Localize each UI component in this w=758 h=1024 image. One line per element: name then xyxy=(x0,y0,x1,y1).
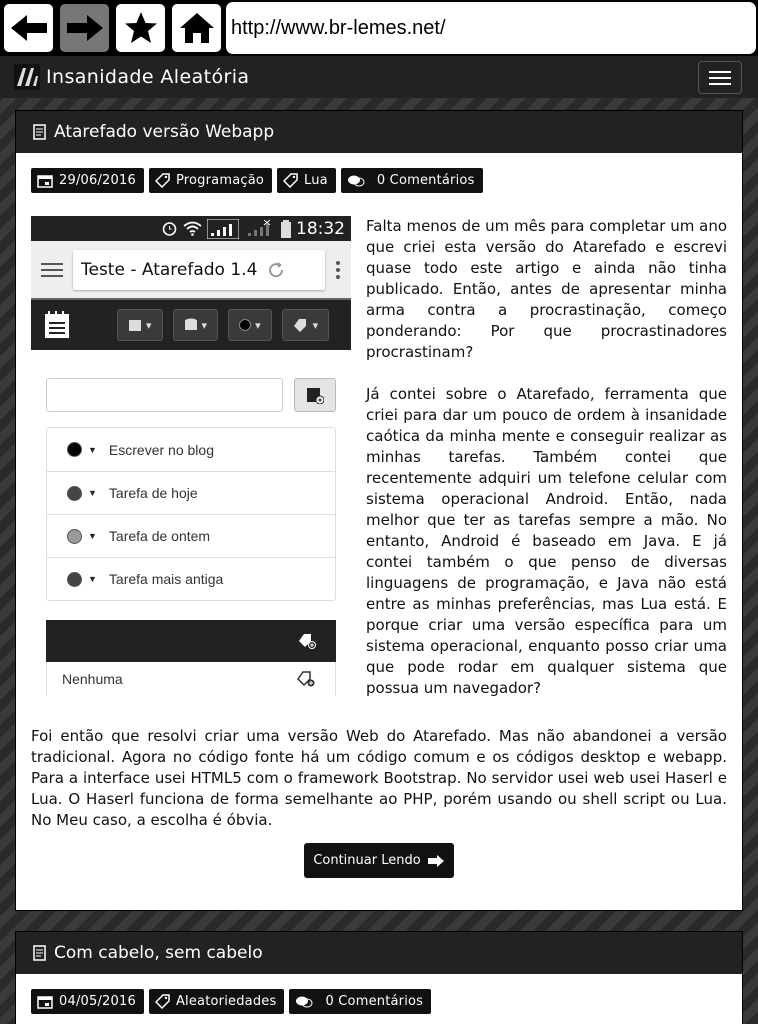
post-header: Com cabelo, sem cabelo xyxy=(16,932,742,974)
site-logo-icon xyxy=(14,64,40,90)
site-title[interactable]: Insanidade Aleatória xyxy=(46,66,249,88)
home-button[interactable] xyxy=(170,2,223,54)
caret-down-icon: ▼ xyxy=(88,488,97,498)
hand-right-icon xyxy=(427,854,444,867)
comments-icon xyxy=(296,996,313,1007)
post-body: 18:32 Teste - Atarefado 1.4 ▾ ▾ ▾ ▾ ▼ Es… xyxy=(16,216,742,916)
phone-task-list: ▼ Escrever no blog ▼ Tarefa de hoje ▼ Taref… xyxy=(46,427,336,601)
add-tag-icon xyxy=(297,671,315,687)
wifi-icon xyxy=(183,221,202,236)
signal-weak-icon xyxy=(248,219,271,236)
paragraph: Já contei sobre o Atarefado, ferramenta … xyxy=(366,385,727,697)
address-bar[interactable]: http://www.br-lemes.net/ xyxy=(226,2,756,54)
list-item[interactable]: ▼ Tarefa de ontem xyxy=(47,514,335,557)
post-meta: 04/05/2016 Aleatoriedades 0 Comentários xyxy=(16,974,742,1014)
hamburger-icon xyxy=(709,70,731,73)
read-more-button[interactable]: Continuar Lendo xyxy=(304,843,454,878)
calendar-icon xyxy=(129,320,141,331)
post-header: Atarefado versão Webapp xyxy=(16,111,742,153)
paragraph: Foi então que resolvi criar uma versão W… xyxy=(31,727,727,829)
bookmark-button[interactable] xyxy=(114,2,167,54)
list-item[interactable]: ▼ Tarefa de hoje xyxy=(47,471,335,514)
battery-icon xyxy=(281,219,291,238)
forward-button[interactable] xyxy=(58,2,111,54)
date-badge: 29/06/2016 xyxy=(31,168,144,193)
tag-icon xyxy=(154,994,170,1009)
database-button[interactable]: ▾ xyxy=(172,309,219,341)
caret-down-icon: ▼ xyxy=(88,444,97,455)
comments-icon xyxy=(347,175,365,186)
browser-toolbar: http://www.br-lemes.net/ xyxy=(0,0,758,56)
site-navbar: Insanidade Aleatória xyxy=(0,56,758,98)
alarm-icon xyxy=(162,222,177,236)
tag-icon xyxy=(283,173,298,188)
menu-toggle-button[interactable] xyxy=(698,61,742,94)
priority-button[interactable]: ▾ xyxy=(228,309,272,341)
phone-app-bar: ▾ ▾ ▾ ▾ xyxy=(31,298,351,350)
tags-icon xyxy=(293,319,306,332)
phone-screenshot: 18:32 Teste - Atarefado 1.4 ▾ ▾ ▾ ▾ ▼ Es… xyxy=(31,216,351,696)
phone-tags-header xyxy=(46,620,336,662)
post-intro-text: Falta menos de um mês para completar um … xyxy=(366,216,727,699)
paragraph: Falta menos de um mês para completar um … xyxy=(366,217,727,361)
black-dot-icon xyxy=(239,319,252,331)
add-tag-icon[interactable] xyxy=(298,633,316,649)
post-title[interactable]: Com cabelo, sem cabelo xyxy=(54,943,263,963)
priority-dot-icon xyxy=(67,571,82,587)
tag-icon xyxy=(154,173,170,188)
arrow-left-icon xyxy=(10,15,47,41)
phone-tab-title[interactable]: Teste - Atarefado 1.4 xyxy=(73,249,325,290)
comments-badge[interactable]: 0 Comentários xyxy=(340,168,483,193)
tag-badge[interactable]: Aleatoriedades xyxy=(148,989,285,1014)
caret-down-icon: ▼ xyxy=(88,574,97,584)
caret-down-icon: ▼ xyxy=(88,531,97,541)
priority-dot-icon xyxy=(67,485,82,501)
star-icon xyxy=(124,12,157,43)
list-item[interactable]: ▼ Escrever no blog xyxy=(47,428,335,471)
phone-clock: 18:32 xyxy=(296,218,345,239)
calendar-icon xyxy=(37,995,53,1009)
home-icon xyxy=(179,13,214,43)
phone-tags-panel: Nenhuma xyxy=(46,620,336,696)
post-meta: 29/06/2016 Programação Lua 0 Comentários xyxy=(16,153,742,193)
list-item[interactable]: ▼ Tarefa mais antiga xyxy=(47,557,335,600)
hamburger-icon xyxy=(41,262,63,277)
phone-new-task-row xyxy=(46,378,336,412)
document-icon xyxy=(33,124,46,140)
phone-task-input[interactable] xyxy=(46,378,283,412)
calendar-icon xyxy=(37,174,53,188)
comments-badge[interactable]: 0 Comentários xyxy=(289,989,432,1014)
tag-badge[interactable]: Lua xyxy=(277,168,336,193)
post-panel: Atarefado versão Webapp 29/06/2016 Progr… xyxy=(15,110,743,911)
document-icon xyxy=(33,945,46,961)
date-filter-button[interactable]: ▾ xyxy=(117,309,163,341)
post-panel: Com cabelo, sem cabelo 04/05/2016 Aleato… xyxy=(15,931,743,1024)
more-vert-icon xyxy=(336,260,340,279)
add-task-icon xyxy=(307,388,324,404)
tags-button[interactable]: ▾ xyxy=(281,309,330,341)
priority-dot-icon xyxy=(67,442,82,457)
task-list-icon xyxy=(45,311,69,338)
phone-status-bar: 18:32 xyxy=(31,216,351,241)
priority-dot-icon xyxy=(67,528,82,544)
signal-icon xyxy=(207,218,239,239)
url-text: http://www.br-lemes.net/ xyxy=(231,16,446,39)
phone-browser-bar: Teste - Atarefado 1.4 xyxy=(31,241,351,298)
arrow-right-icon xyxy=(66,15,103,41)
tag-badge[interactable]: Programação xyxy=(148,168,273,193)
date-badge: 04/05/2016 xyxy=(31,989,144,1014)
post-title[interactable]: Atarefado versão Webapp xyxy=(54,122,274,142)
reload-icon xyxy=(269,261,284,277)
phone-add-task-button[interactable] xyxy=(294,378,336,412)
database-icon xyxy=(184,318,197,330)
back-button[interactable] xyxy=(2,2,55,54)
phone-tag-row[interactable]: Nenhuma xyxy=(46,662,336,696)
